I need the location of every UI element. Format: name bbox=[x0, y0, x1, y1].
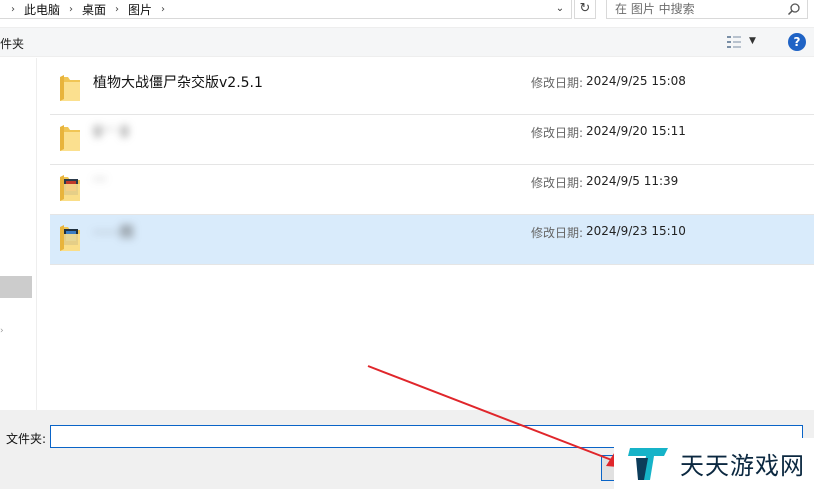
nav-selected-item[interactable] bbox=[0, 276, 32, 298]
file-name-redacted: ··· bbox=[93, 172, 107, 188]
nav-expander-icon[interactable]: › bbox=[0, 326, 4, 336]
file-list: 植物大战僵尸杂交版v2.5.1 修改日期: 2024/9/25 15:08 g·… bbox=[50, 65, 814, 265]
modified-date: 2024/9/23 15:10 bbox=[586, 224, 686, 238]
search-input[interactable] bbox=[607, 2, 783, 16]
list-item-selected[interactable]: ······图 修改日期: 2024/9/23 15:10 bbox=[50, 215, 814, 265]
help-icon: ? bbox=[793, 35, 801, 49]
folder-icon bbox=[60, 75, 80, 101]
file-name-redacted: g··· g bbox=[93, 122, 129, 138]
folder-with-pictures-icon bbox=[60, 225, 80, 251]
watermark-text: 天天游戏网 bbox=[680, 452, 805, 480]
caret-down-icon[interactable]: ▼ bbox=[749, 34, 759, 48]
file-name-redacted: ······图 bbox=[93, 225, 134, 241]
search-box[interactable] bbox=[606, 0, 808, 19]
refresh-icon: ↻ bbox=[579, 1, 591, 16]
chevron-right-icon[interactable]: › bbox=[64, 4, 78, 15]
folder-icon bbox=[60, 125, 80, 151]
chevron-right-icon[interactable]: › bbox=[110, 4, 124, 15]
search-icon[interactable] bbox=[787, 2, 801, 16]
list-item[interactable]: 植物大战僵尸杂交版v2.5.1 修改日期: 2024/9/25 15:08 bbox=[50, 65, 814, 115]
folder-label: 文件夹: bbox=[6, 432, 47, 446]
modified-label: 修改日期: bbox=[531, 176, 584, 190]
folder-with-pictures-icon bbox=[60, 175, 80, 201]
modified-label: 修改日期: bbox=[531, 126, 584, 140]
chevron-down-icon[interactable]: ⌄ bbox=[553, 2, 567, 16]
modified-date: 2024/9/20 15:11 bbox=[586, 124, 686, 138]
chevron-right-icon[interactable]: › bbox=[156, 4, 170, 15]
refresh-button[interactable]: ↻ bbox=[574, 0, 596, 19]
navigation-pane[interactable]: › bbox=[0, 58, 37, 410]
view-options-icon[interactable] bbox=[726, 34, 742, 50]
breadcrumb-pictures[interactable]: 图片 bbox=[124, 1, 156, 18]
list-item[interactable]: g··· g 修改日期: 2024/9/20 15:11 bbox=[50, 115, 814, 165]
address-bar[interactable]: › 此电脑 › 桌面 › 图片 › ⌄ bbox=[0, 0, 572, 19]
modified-date: 2024/9/5 11:39 bbox=[586, 174, 679, 188]
modified-label: 修改日期: bbox=[531, 226, 584, 240]
help-button[interactable]: ? bbox=[788, 33, 806, 51]
modified-label: 修改日期: bbox=[531, 76, 584, 90]
watermark-logo bbox=[628, 447, 668, 480]
watermark: 天天游戏网 bbox=[614, 438, 814, 489]
chevron-right-icon[interactable]: › bbox=[6, 4, 20, 15]
address-row: › 此电脑 › 桌面 › 图片 › ⌄ ↻ bbox=[0, 0, 814, 20]
file-name: 植物大战僵尸杂交版v2.5.1 bbox=[93, 75, 263, 91]
breadcrumb-this-pc[interactable]: 此电脑 bbox=[20, 1, 64, 18]
list-item[interactable]: ··· 修改日期: 2024/9/5 11:39 bbox=[50, 165, 814, 215]
toolbar: 件夹 ▼ ? bbox=[0, 27, 814, 57]
modified-date: 2024/9/25 15:08 bbox=[586, 74, 686, 88]
new-folder-button[interactable]: 件夹 bbox=[0, 35, 24, 52]
breadcrumb-desktop[interactable]: 桌面 bbox=[78, 1, 110, 18]
